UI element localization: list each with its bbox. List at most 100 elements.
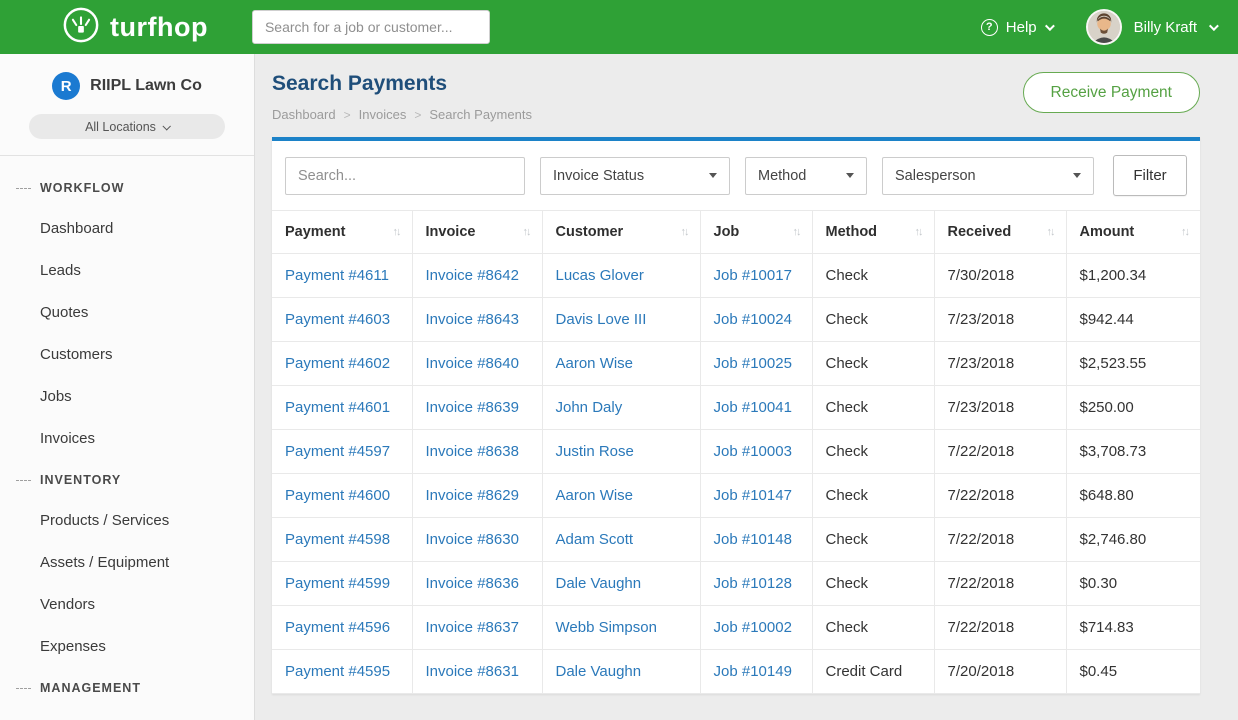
global-search-input[interactable] [252, 10, 490, 44]
column-header-received[interactable]: Received↑↓ [934, 211, 1066, 254]
chevron-down-icon [1209, 21, 1219, 31]
invoice-link[interactable]: Invoice #8638 [426, 443, 519, 460]
sidebar-item-invoices[interactable]: Invoices [0, 418, 254, 460]
invoice-link[interactable]: Invoice #8630 [426, 531, 519, 548]
invoice-link[interactable]: Invoice #8629 [426, 487, 519, 504]
sort-icon[interactable]: ↑↓ [523, 226, 532, 238]
job-link[interactable]: Job #10148 [714, 531, 792, 548]
payment-link[interactable]: Payment #4598 [285, 531, 390, 548]
user-name: Billy Kraft [1134, 19, 1197, 36]
payment-link[interactable]: Payment #4599 [285, 575, 390, 592]
customer-link[interactable]: Aaron Wise [556, 487, 634, 504]
payment-link[interactable]: Payment #4601 [285, 399, 390, 416]
job-link[interactable]: Job #10002 [714, 619, 792, 636]
payment-link[interactable]: Payment #4596 [285, 619, 390, 636]
job-link[interactable]: Job #10128 [714, 575, 792, 592]
receive-payment-button[interactable]: Receive Payment [1023, 72, 1200, 113]
sidebar-item-dashboard[interactable]: Dashboard [0, 208, 254, 250]
breadcrumb-separator: > [414, 108, 421, 122]
table-row: Payment #4596 Invoice #8637 Webb Simpson Jo… [272, 606, 1200, 650]
sort-icon[interactable]: ↑↓ [393, 226, 402, 238]
sort-icon[interactable]: ↑↓ [681, 226, 690, 238]
sort-icon[interactable]: ↑↓ [793, 226, 802, 238]
column-header-payment[interactable]: Payment↑↓ [272, 211, 412, 254]
job-link[interactable]: Job #10024 [714, 311, 792, 328]
sidebar-item-products-services[interactable]: Products / Services [0, 500, 254, 542]
job-link[interactable]: Job #10025 [714, 355, 792, 372]
column-label: Customer [556, 224, 624, 240]
salesperson-select[interactable]: Salesperson [882, 157, 1094, 195]
payment-link[interactable]: Payment #4600 [285, 487, 390, 504]
table-row: Payment #4598 Invoice #8630 Adam Scott Job … [272, 518, 1200, 562]
invoice-link[interactable]: Invoice #8642 [426, 267, 519, 284]
invoice-link[interactable]: Invoice #8631 [426, 663, 519, 680]
column-header-amount[interactable]: Amount ↑↓ [1066, 211, 1200, 254]
invoice-link[interactable]: Invoice #8636 [426, 575, 519, 592]
breadcrumb-current: Search Payments [429, 107, 532, 122]
sidebar-item-jobs[interactable]: Jobs [0, 376, 254, 418]
sidebar-item-expenses[interactable]: Expenses [0, 626, 254, 668]
sidebar-item-customers[interactable]: Customers [0, 334, 254, 376]
customer-link[interactable]: John Daly [556, 399, 623, 416]
amount-text: $1,200.34 [1080, 267, 1147, 284]
sort-icon[interactable]: ↑↓ [1181, 226, 1190, 238]
amount-text: $0.45 [1080, 663, 1118, 680]
column-header-invoice[interactable]: Invoice↑↓ [412, 211, 542, 254]
customer-link[interactable]: Justin Rose [556, 443, 634, 460]
payment-link[interactable]: Payment #4603 [285, 311, 390, 328]
table-search-input[interactable] [285, 157, 525, 195]
job-link[interactable]: Job #10147 [714, 487, 792, 504]
job-link[interactable]: Job #10017 [714, 267, 792, 284]
job-link[interactable]: Job #10003 [714, 443, 792, 460]
sidebar-item-assets-equipment[interactable]: Assets / Equipment [0, 542, 254, 584]
customer-link[interactable]: Davis Love III [556, 311, 647, 328]
amount-text: $648.80 [1080, 487, 1134, 504]
breadcrumb-dashboard[interactable]: Dashboard [272, 107, 336, 122]
column-header-job[interactable]: Job↑↓ [700, 211, 812, 254]
invoice-link[interactable]: Invoice #8643 [426, 311, 519, 328]
customer-link[interactable]: Lucas Glover [556, 267, 644, 284]
method-select[interactable]: Method [745, 157, 867, 195]
locations-selector[interactable]: All Locations [29, 114, 225, 139]
received-text: 7/23/2018 [948, 399, 1015, 416]
invoice-link[interactable]: Invoice #8637 [426, 619, 519, 636]
payment-link[interactable]: Payment #4611 [285, 267, 389, 284]
sidebar-item-quotes[interactable]: Quotes [0, 292, 254, 334]
customer-link[interactable]: Dale Vaughn [556, 663, 642, 680]
customer-link[interactable]: Dale Vaughn [556, 575, 642, 592]
invoice-status-select[interactable]: Invoice Status [540, 157, 730, 195]
job-link[interactable]: Job #10149 [714, 663, 792, 680]
caret-down-icon [846, 173, 854, 178]
invoice-link[interactable]: Invoice #8640 [426, 355, 519, 372]
column-header-customer[interactable]: Customer ↑↓ [542, 211, 700, 254]
customer-link[interactable]: Adam Scott [556, 531, 634, 548]
sidebar-item-leads[interactable]: Leads [0, 250, 254, 292]
user-avatar [1086, 9, 1122, 45]
method-text: Check [826, 443, 869, 460]
customer-link[interactable]: Aaron Wise [556, 355, 634, 372]
help-menu[interactable]: ? Help [981, 19, 1052, 36]
sort-icon[interactable]: ↑↓ [915, 226, 924, 238]
received-text: 7/22/2018 [948, 575, 1015, 592]
payment-link[interactable]: Payment #4595 [285, 663, 390, 680]
sort-icon[interactable]: ↑↓ [1047, 226, 1056, 238]
filter-button[interactable]: Filter [1113, 155, 1187, 196]
table-row: Payment #4602 Invoice #8640 Aaron Wise Job … [272, 342, 1200, 386]
job-link[interactable]: Job #10041 [714, 399, 792, 416]
app-logo[interactable]: turfhop [62, 6, 208, 49]
customer-link[interactable]: Webb Simpson [556, 619, 657, 636]
filters-row: Invoice Status Method Salesperson Filter [272, 141, 1200, 210]
branch-icon [16, 188, 31, 189]
sidebar-item-vendors[interactable]: Vendors [0, 584, 254, 626]
nav-section-reports: REPORTS [0, 708, 254, 720]
column-label: Amount [1080, 224, 1135, 240]
logo-text: turfhop [110, 12, 208, 43]
user-menu[interactable]: Billy Kraft [1086, 9, 1216, 45]
nav-section-label: INVENTORY [40, 473, 121, 487]
column-header-method[interactable]: Method↑↓ [812, 211, 934, 254]
payment-link[interactable]: Payment #4602 [285, 355, 390, 372]
payment-link[interactable]: Payment #4597 [285, 443, 390, 460]
breadcrumb-invoices[interactable]: Invoices [359, 107, 407, 122]
method-text: Check [826, 311, 869, 328]
invoice-link[interactable]: Invoice #8639 [426, 399, 519, 416]
